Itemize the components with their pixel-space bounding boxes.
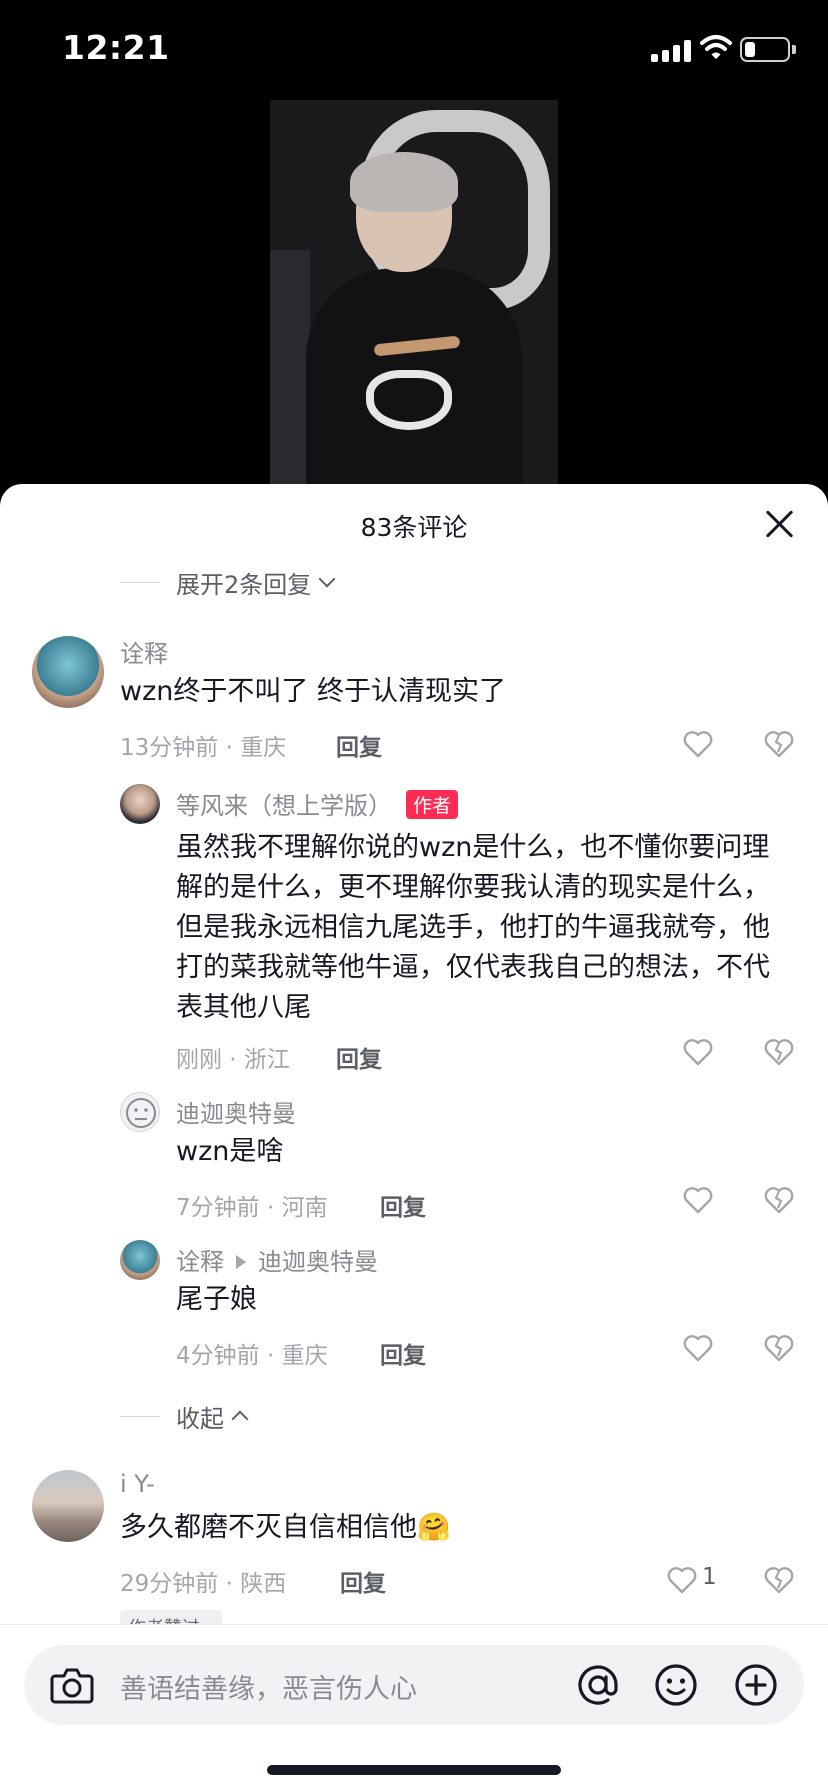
collapse-replies-button[interactable]: 收起 xyxy=(120,1398,249,1434)
reply-text: 虽然我不理解你说的wzn是什么，也不懂你要问理解的是什么，更不理解你要我认清的现… xyxy=(176,832,770,1023)
at-icon[interactable] xyxy=(576,1663,620,1707)
emoji-icon[interactable] xyxy=(654,1663,698,1707)
status-time: 12:21 xyxy=(62,28,170,67)
author-badge: 作者 xyxy=(406,790,459,819)
reply-button[interactable]: 回复 xyxy=(380,1336,426,1370)
camera-icon[interactable] xyxy=(50,1665,94,1705)
reply-meta: 刚刚 · 浙江 xyxy=(176,1047,290,1073)
comment-text: wzn终于不叫了 终于认清现实了 xyxy=(120,676,506,707)
avatar[interactable] xyxy=(120,784,160,824)
reply-text: 尾子娘 xyxy=(176,1284,257,1315)
avatar[interactable] xyxy=(32,636,104,708)
reply-button[interactable]: 回复 xyxy=(336,1040,382,1074)
expand-replies-label: 展开2条回复 xyxy=(176,570,312,599)
reply-arrow-icon xyxy=(236,1255,246,1269)
reply-meta: 7分钟前 · 河南 xyxy=(176,1195,328,1221)
reply-text: wzn是啥 xyxy=(176,1136,284,1167)
reply-meta: 4分钟前 · 重庆 xyxy=(176,1343,328,1369)
dislike-icon[interactable] xyxy=(764,1334,794,1362)
comment-username[interactable]: i Y- xyxy=(120,1470,155,1498)
chevron-up-icon xyxy=(231,1410,249,1428)
dislike-icon[interactable] xyxy=(764,730,794,758)
reply-button[interactable]: 回复 xyxy=(380,1188,426,1222)
heart-icon[interactable] xyxy=(683,1038,713,1066)
reply-username[interactable]: 诠释 迪迦奥特曼 xyxy=(176,1242,378,1277)
heart-icon[interactable] xyxy=(683,730,713,758)
avatar[interactable] xyxy=(120,1092,160,1132)
dislike-icon[interactable] xyxy=(764,1186,794,1214)
chevron-down-icon xyxy=(318,570,336,588)
status-bar: 12:21 xyxy=(0,0,828,100)
close-icon[interactable] xyxy=(762,506,798,542)
heart-icon[interactable] xyxy=(683,1186,713,1214)
dislike-icon[interactable] xyxy=(764,1038,794,1066)
comment-username[interactable]: 诠释 xyxy=(120,634,168,669)
plus-icon[interactable] xyxy=(734,1663,778,1707)
comment-input[interactable]: 善语结善缘，恶言伤人心 xyxy=(24,1645,804,1725)
comment-meta: 29分钟前 · 陕西 xyxy=(120,1571,287,1597)
video-preview[interactable] xyxy=(270,100,558,484)
expand-replies-button[interactable]: 展开2条回复 xyxy=(120,564,336,600)
reply-button[interactable]: 回复 xyxy=(340,1564,386,1598)
heart-icon[interactable] xyxy=(667,1566,697,1594)
reply-username[interactable]: 迪迦奥特曼 xyxy=(176,1094,296,1129)
avatar[interactable] xyxy=(32,1470,104,1542)
heart-icon[interactable] xyxy=(683,1334,713,1362)
dislike-icon[interactable] xyxy=(764,1566,794,1594)
avatar[interactable] xyxy=(120,1240,160,1280)
input-placeholder: 善语结善缘，恶言伤人心 xyxy=(120,1674,417,1705)
reply-username[interactable]: 等风来（想上学版） 作者 xyxy=(176,786,459,821)
collapse-label: 收起 xyxy=(176,1404,224,1433)
wifi-icon xyxy=(700,34,732,62)
comment-input-bar: 善语结善缘，恶言伤人心 xyxy=(0,1624,828,1792)
home-indicator[interactable] xyxy=(267,1765,561,1775)
battery-icon xyxy=(740,37,790,62)
comment-text: 多久都磨不灭自信相信他🤗 xyxy=(120,1512,451,1543)
reply-button[interactable]: 回复 xyxy=(336,728,382,762)
comment-count-title: 83条评论 xyxy=(360,513,468,542)
comment-meta: 13分钟前 · 重庆 xyxy=(120,735,287,761)
like-count: 1 xyxy=(702,1564,717,1590)
signal-icon xyxy=(651,38,693,62)
comment-sheet: 83条评论 展开2条回复 诠释 wzn终于不叫了 终于认清现实了 13分钟前 ·… xyxy=(0,484,828,1792)
